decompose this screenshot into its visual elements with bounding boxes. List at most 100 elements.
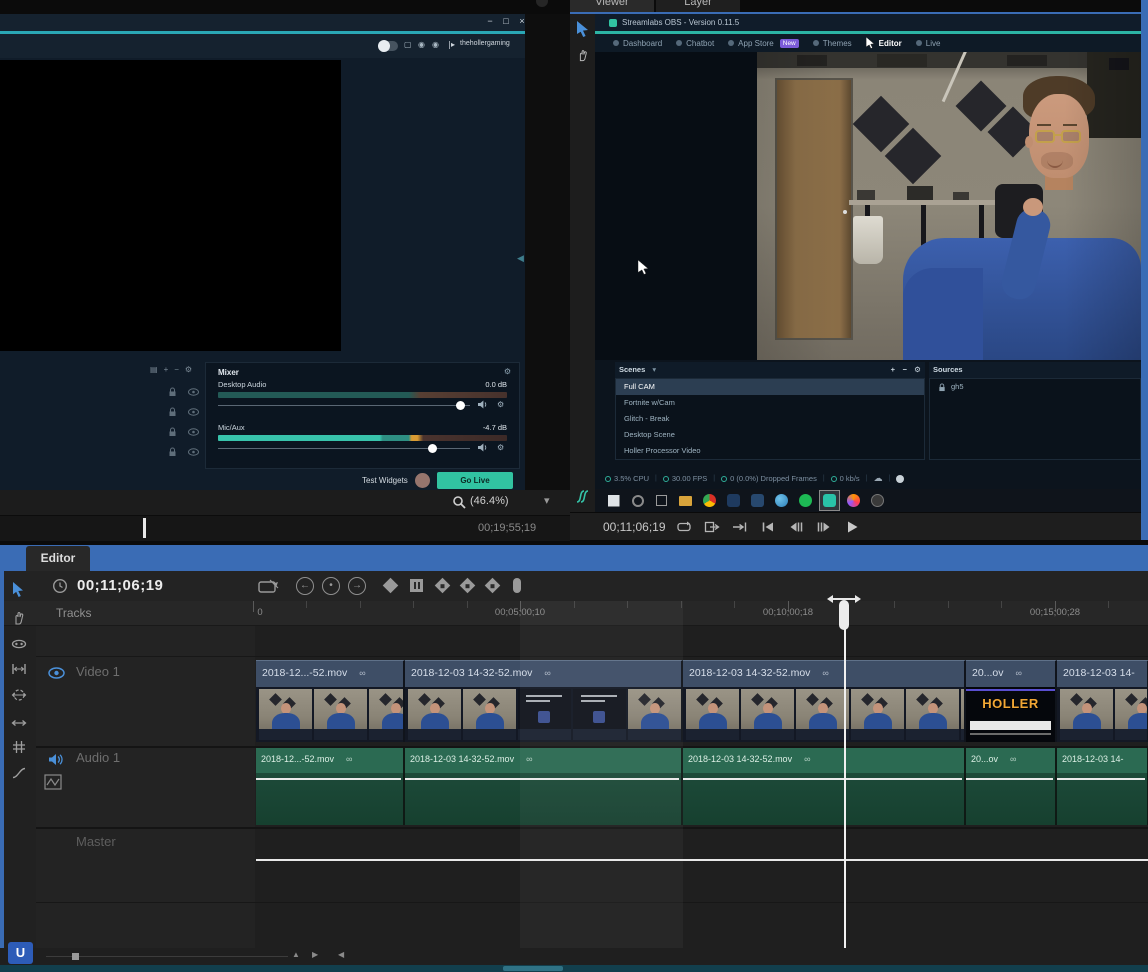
next-keyframe-icon[interactable]: → xyxy=(348,577,366,595)
record-icon[interactable]: ◉ xyxy=(418,40,425,49)
loop-icon[interactable] xyxy=(673,518,695,536)
taskbar-slot[interactable] xyxy=(699,490,720,511)
eye-icon[interactable] xyxy=(188,448,199,456)
taskbar-slot[interactable] xyxy=(819,490,840,511)
app-icon-navy[interactable] xyxy=(727,494,740,507)
scenes-caret-icon[interactable]: ▾ xyxy=(652,365,656,374)
chrome-icon[interactable] xyxy=(703,494,716,507)
menu-item-themes[interactable]: Themes xyxy=(813,39,852,48)
volume-knob[interactable] xyxy=(456,401,465,410)
keyframe-capsule-icon[interactable] xyxy=(513,578,521,593)
keyframe-diamond-icon[interactable] xyxy=(383,578,399,594)
prev-keyframe-icon[interactable]: ← xyxy=(296,577,314,595)
streamlabs-icon[interactable] xyxy=(823,494,836,507)
trim-tool-icon[interactable] xyxy=(7,658,31,680)
hscroll-handle[interactable] xyxy=(72,953,79,960)
editor-timecode[interactable]: 00;11;06;19 xyxy=(77,577,163,594)
taskbar-slot[interactable] xyxy=(675,490,696,511)
taskbar-slot[interactable] xyxy=(651,490,672,511)
keyframe-small-icon[interactable] xyxy=(460,578,476,594)
snap-tool-icon[interactable] xyxy=(7,736,31,758)
taskbar-slot[interactable] xyxy=(747,490,768,511)
eye-icon[interactable] xyxy=(188,428,199,436)
audio-clip[interactable]: 20...ov∞ xyxy=(966,748,1057,825)
playhead[interactable] xyxy=(844,629,846,948)
timeline-hscrollbar[interactable] xyxy=(0,965,1148,972)
keyframe-play-icon[interactable] xyxy=(485,578,501,594)
curve-tool-icon[interactable] xyxy=(7,762,31,784)
app-icon-gray[interactable] xyxy=(871,494,884,507)
firefox-icon[interactable] xyxy=(847,494,860,507)
waveform-icon[interactable] xyxy=(44,774,62,790)
cortana-icon[interactable] xyxy=(632,495,644,507)
speaker-icon[interactable] xyxy=(478,400,488,409)
audio-clip[interactable]: 2018-12...-52.mov∞ xyxy=(256,748,405,825)
spotify-icon[interactable] xyxy=(799,494,812,507)
eye-icon[interactable] xyxy=(188,408,199,416)
audio-clip[interactable]: 2018-12-03 14- xyxy=(1057,748,1148,825)
scene-item[interactable]: Desktop Scene xyxy=(616,427,924,443)
maximize-icon[interactable]: □ xyxy=(500,16,512,26)
scene-item[interactable]: Holler Processor Video xyxy=(616,443,924,459)
lock-icon[interactable] xyxy=(168,387,177,397)
speaker-icon[interactable] xyxy=(478,443,488,452)
menu-item-live[interactable]: Live xyxy=(916,39,941,48)
video-clip[interactable]: 2018-12...-52.mov∞ xyxy=(256,660,405,742)
trimmer-timeline[interactable]: 00;19;55;19 xyxy=(0,515,570,541)
gear-icon[interactable]: ⚙ xyxy=(185,365,198,374)
audio-clip[interactable]: 2018-12-03 14-32-52.mov∞ xyxy=(683,748,966,825)
scroll-right-icon[interactable]: ▶ xyxy=(312,950,318,959)
audio-envelope[interactable] xyxy=(683,778,962,780)
scene-item[interactable]: Full CAM xyxy=(616,379,924,395)
lock-icon[interactable] xyxy=(168,447,177,457)
zoom-level[interactable]: (46.4%) xyxy=(470,495,509,507)
hand-tool-icon[interactable] xyxy=(576,47,590,62)
taskbar-slot[interactable] xyxy=(603,490,624,511)
windows-icon[interactable] xyxy=(608,495,620,507)
app-icon-blue[interactable] xyxy=(775,494,788,507)
layout-icon[interactable]: ▢ xyxy=(404,40,412,49)
video-clip[interactable]: 2018-12-03 14-32-52.mov∞ xyxy=(683,660,966,742)
audio-envelope[interactable] xyxy=(1057,778,1145,780)
menu-item-app-store[interactable]: App StoreNew xyxy=(728,39,799,48)
taskview-icon[interactable] xyxy=(656,495,667,506)
trimmer-playhead[interactable] xyxy=(143,518,146,538)
source-item[interactable]: gh5 xyxy=(930,379,1140,395)
play-icon[interactable] xyxy=(841,518,863,536)
tab-editor[interactable]: Editor xyxy=(26,546,90,571)
zoom-caret-icon[interactable]: ▾ xyxy=(544,494,550,507)
keyframe-dot-icon[interactable] xyxy=(435,578,451,594)
go-start-icon[interactable] xyxy=(757,518,779,536)
keyframe-pause-icon[interactable] xyxy=(410,579,423,592)
eye-icon[interactable] xyxy=(188,388,199,396)
video-clip[interactable]: 2018-12-03 14- xyxy=(1057,660,1148,742)
gear-icon[interactable]: ⚙ xyxy=(497,400,504,409)
taskbar-slot[interactable] xyxy=(843,490,864,511)
slip-tool-icon[interactable] xyxy=(7,684,31,706)
set-out-icon[interactable] xyxy=(701,518,723,536)
explorer-icon[interactable] xyxy=(679,496,692,506)
zoom-in-icon[interactable]: ▲ xyxy=(292,950,300,959)
track-name-video[interactable]: Video 1 xyxy=(76,664,120,679)
audio-envelope[interactable] xyxy=(966,778,1053,780)
plus-icon[interactable]: + xyxy=(164,365,175,374)
minus-icon[interactable]: − xyxy=(174,365,185,374)
link-panels-icon[interactable] xyxy=(574,488,591,505)
scene-remove-icon[interactable]: − xyxy=(903,362,907,378)
speaker-icon[interactable] xyxy=(48,753,64,766)
scene-add-icon[interactable]: + xyxy=(891,362,895,378)
eye-icon[interactable] xyxy=(48,667,65,679)
select-tool-icon[interactable] xyxy=(7,578,31,600)
test-widgets-label[interactable]: Test Widgets xyxy=(362,476,408,485)
avatar[interactable] xyxy=(415,473,430,488)
scene-item[interactable]: Glitch - Break xyxy=(616,411,924,427)
playhead-handle[interactable] xyxy=(839,600,849,630)
close-icon[interactable]: × xyxy=(516,16,525,26)
audio-envelope[interactable] xyxy=(256,778,401,780)
app-icon-dark[interactable] xyxy=(751,494,764,507)
slice-tool-icon[interactable] xyxy=(258,578,280,595)
scene-item[interactable]: Fortnite w/Cam xyxy=(616,395,924,411)
master-envelope[interactable] xyxy=(256,859,1148,861)
lock-icon[interactable] xyxy=(168,407,177,417)
link-tool-icon[interactable] xyxy=(7,633,31,655)
